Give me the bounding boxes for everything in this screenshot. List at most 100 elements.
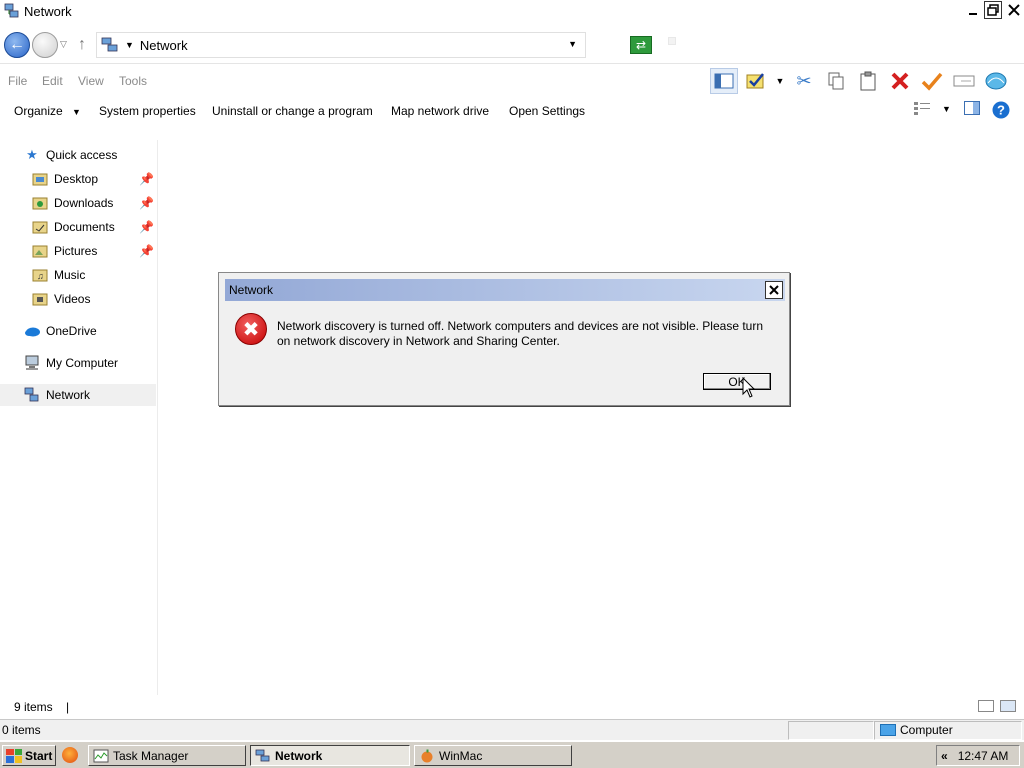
map-network-drive-button[interactable]: Map network drive [391, 104, 489, 118]
selected-count: 0 items [2, 723, 41, 737]
window-title: Network [24, 3, 72, 19]
pane-icon [964, 101, 980, 115]
taskbar-item-task-manager[interactable]: Task Manager [88, 745, 246, 766]
address-dropdown-icon[interactable]: ▼ [568, 39, 577, 49]
sidebar-item-music[interactable]: ♫ Music [0, 264, 156, 286]
window-titlebar: Network [0, 0, 1024, 22]
cut-button[interactable]: ✂ [790, 68, 818, 94]
menu-view[interactable]: View [78, 74, 104, 88]
minimize-button[interactable] [962, 0, 983, 20]
view-options-button[interactable] [914, 101, 930, 118]
sidebar-item-onedrive[interactable]: OneDrive [0, 320, 156, 342]
music-folder-icon: ♫ [32, 267, 48, 283]
tray-expand-button[interactable]: « [941, 749, 948, 763]
copy-button[interactable] [822, 68, 850, 94]
scissors-icon: ✂ [796, 70, 812, 91]
sidebar-item-network[interactable]: Network [0, 384, 156, 406]
up-arrow-icon[interactable]: ↑ [78, 36, 86, 54]
address-location: Network [139, 37, 188, 53]
sidebar-item-label: Quick access [46, 148, 118, 162]
address-bar[interactable]: ▼ Network ▼ [96, 32, 586, 58]
windows-logo-icon [6, 748, 22, 763]
sidebar-item-label: Music [54, 268, 86, 282]
back-button[interactable]: ← [4, 32, 30, 58]
close-icon [1007, 4, 1020, 16]
refresh-button[interactable]: ⇄ [630, 36, 652, 54]
dialog-body: ✖ Network discovery is turned off. Netwo… [225, 301, 785, 401]
menu-edit[interactable]: Edit [42, 74, 63, 88]
menu-file[interactable]: File [8, 74, 27, 88]
taskbar-item-network[interactable]: Network [250, 745, 410, 766]
preview-pane-button[interactable] [710, 68, 738, 94]
paste-button[interactable] [854, 68, 882, 94]
properties-button[interactable] [918, 68, 946, 94]
pin-icon[interactable]: 📌 [139, 196, 154, 210]
error-dialog: Network ✖ Network discovery is turned of… [218, 272, 790, 406]
system-properties-button[interactable]: System properties [99, 104, 196, 118]
computer-icon [880, 724, 896, 736]
address-toolbar: ← ▽ ↑ ▼ Network ▼ ⇄ [0, 24, 1024, 64]
shell-button[interactable] [982, 68, 1010, 94]
taskbar-item-winmac[interactable]: WinMac [414, 745, 572, 766]
zone-label: Computer [900, 723, 953, 737]
checkmark-icon [921, 72, 943, 91]
sidebar-item-quick-access[interactable]: ★ Quick access [0, 144, 156, 166]
history-dropdown-icon[interactable]: ▽ [60, 39, 67, 50]
sidebar-item-label: My Computer [46, 356, 119, 370]
sidebar-item-label: Videos [54, 292, 91, 306]
select-button[interactable] [742, 68, 770, 94]
restore-button[interactable] [984, 1, 1002, 19]
forward-button[interactable] [32, 32, 58, 58]
file-list-pane[interactable] [160, 126, 1024, 694]
minimize-icon [968, 13, 977, 15]
star-icon: ★ [26, 147, 38, 162]
pin-icon[interactable]: 📌 [139, 172, 154, 186]
preview-pane-toggle[interactable] [964, 101, 980, 118]
computer-icon [24, 355, 40, 371]
taskbar: Start Task Manager Network WinMac « 12:4… [0, 741, 1024, 768]
firefox-icon[interactable] [62, 747, 78, 763]
start-button[interactable]: Start [2, 745, 56, 766]
network-icon [24, 387, 40, 403]
sidebar-item-my-computer[interactable]: My Computer [0, 352, 156, 374]
mouse-cursor-icon [742, 377, 756, 398]
rename-button[interactable] [950, 68, 978, 94]
sidebar-item-downloads[interactable]: Downloads 📌 [0, 192, 156, 214]
help-icon: ? [992, 101, 1010, 119]
copy-icon [828, 72, 844, 90]
pin-icon[interactable]: 📌 [139, 220, 154, 234]
sidebar-item-label: OneDrive [46, 324, 97, 338]
dialog-message: Network discovery is turned off. Network… [277, 319, 763, 348]
help-button[interactable]: ? [992, 101, 1010, 122]
documents-folder-icon [32, 219, 48, 235]
uninstall-program-button[interactable]: Uninstall or change a program [212, 104, 373, 118]
sidebar-item-videos[interactable]: Videos [0, 288, 156, 310]
sidebar-item-desktop[interactable]: Desktop 📌 [0, 168, 156, 190]
search-box[interactable] [668, 37, 676, 45]
taskbar-item-label: Network [275, 748, 323, 763]
open-settings-button[interactable]: Open Settings [509, 104, 585, 118]
sidebar-item-label: Desktop [54, 172, 99, 186]
onedrive-cloud-icon [24, 323, 40, 339]
sidebar-item-documents[interactable]: Documents 📌 [0, 216, 156, 238]
ok-button[interactable]: OK [703, 373, 771, 390]
videos-folder-icon [32, 291, 48, 307]
svg-text:♫: ♫ [37, 271, 44, 281]
sidebar-item-label: Pictures [54, 244, 98, 258]
organize-label: Organize [14, 104, 63, 118]
clock[interactable]: 12:47 AM [958, 749, 1009, 763]
details-view-button[interactable] [978, 700, 994, 712]
breadcrumb-chevron-icon[interactable]: ▼ [125, 40, 134, 50]
sidebar-item-label: Documents [54, 220, 115, 234]
delete-button[interactable] [886, 68, 914, 94]
close-button[interactable] [1003, 0, 1024, 20]
zone-indicator: Computer [880, 723, 953, 737]
pin-icon[interactable]: 📌 [139, 244, 154, 258]
select-dropdown-icon[interactable]: ▼ [774, 68, 786, 94]
large-icons-view-button[interactable] [1000, 700, 1016, 712]
organize-button[interactable]: Organize ▼ [14, 104, 81, 118]
view-dropdown-icon[interactable]: ▼ [942, 104, 951, 114]
menu-tools[interactable]: Tools [119, 74, 147, 88]
sidebar-item-pictures[interactable]: Pictures 📌 [0, 240, 156, 262]
dialog-close-button[interactable] [765, 281, 783, 299]
